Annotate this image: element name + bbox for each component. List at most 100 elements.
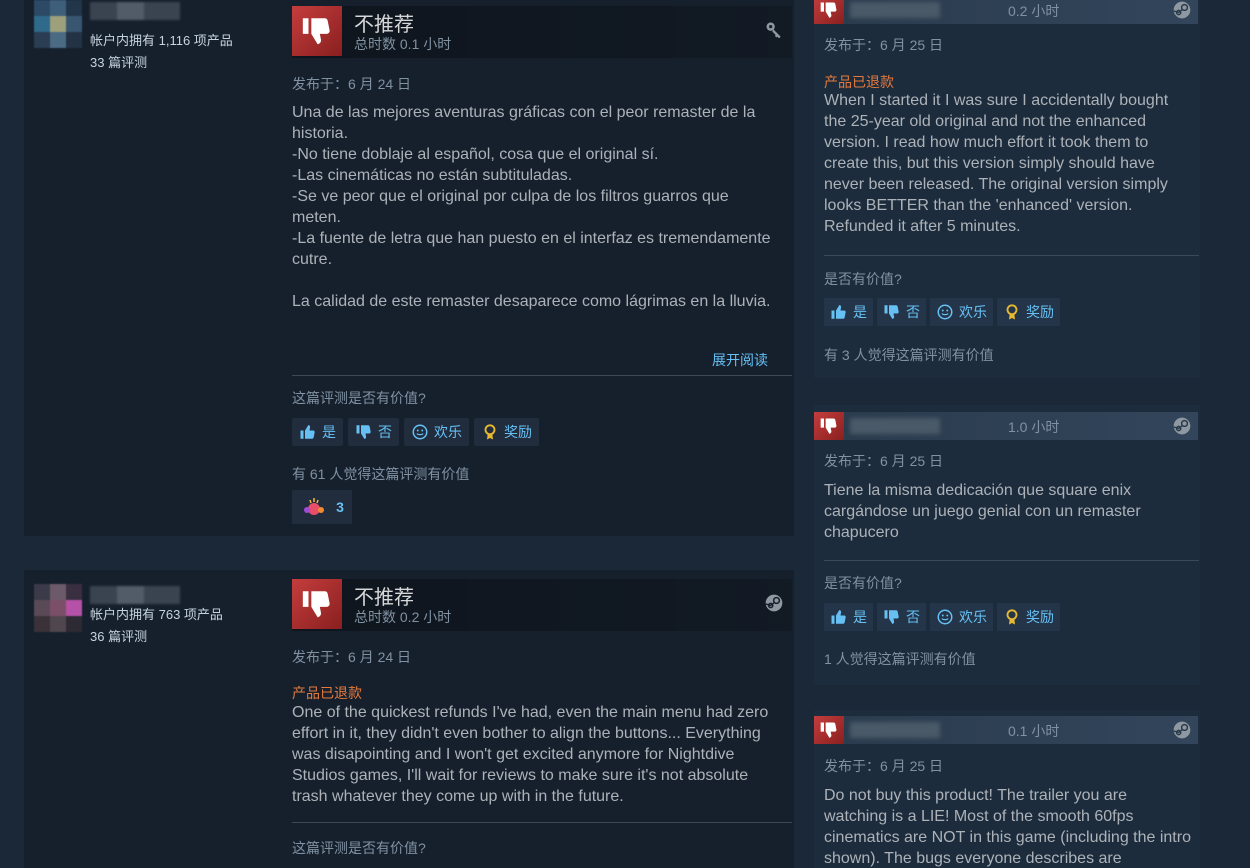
thumbs-up-icon (831, 304, 846, 319)
divider (824, 560, 1199, 561)
side-review-card-2: 1.0 小时 发布于：6 月 25 日 Tiene la misma dedic… (814, 405, 1200, 685)
smiley-icon (412, 424, 428, 440)
divider (292, 375, 792, 376)
products-owned[interactable]: 帐户内拥有 1,116 项产品 (90, 30, 233, 49)
award-button[interactable]: 奖励 (997, 298, 1060, 326)
vote-no-button[interactable]: 否 (877, 298, 926, 326)
vote-no-label: 否 (906, 304, 920, 320)
helpful-count: 有 61 人觉得这篇评测有价值 (292, 466, 470, 482)
side-review-header[interactable]: 0.2 小时 (814, 0, 1198, 24)
hours-played: 0.1 小时 (1008, 723, 1060, 739)
side-review-card-1: 0.2 小时 发布于：6 月 25 日 产品已退款 When I started… (814, 0, 1200, 378)
vote-yes-button[interactable]: 是 (292, 418, 343, 446)
side-review-header[interactable]: 0.1 小时 (814, 716, 1198, 744)
vote-no-label: 否 (378, 424, 392, 440)
vote-yes-label: 是 (853, 304, 867, 320)
avatar[interactable] (34, 584, 82, 632)
author-name-redacted[interactable] (90, 2, 180, 20)
helpful-count: 1 人觉得这篇评测有价值 (824, 651, 976, 667)
thumbs-down-icon (814, 0, 844, 24)
steam-icon (1172, 720, 1192, 740)
thumbs-down-icon (356, 425, 371, 440)
vote-no-label: 否 (906, 609, 920, 625)
vote-no-button[interactable]: 否 (348, 418, 399, 446)
vote-funny-label: 欢乐 (959, 609, 987, 625)
vote-funny-label: 欢乐 (959, 304, 987, 320)
review-body: When I started it I was sure I accidenta… (824, 92, 1169, 235)
divider (824, 255, 1199, 256)
award-button[interactable]: 奖励 (474, 418, 539, 446)
award-medal-icon (484, 424, 496, 440)
steam-icon (1172, 416, 1192, 436)
author-name-redacted[interactable] (850, 722, 940, 738)
hours-played: 1.0 小时 (1008, 419, 1060, 435)
award-medal-icon (1006, 609, 1018, 625)
awards-received-badge[interactable]: 3 (292, 490, 352, 524)
award-label: 奖励 (504, 424, 532, 440)
steam-icon (764, 593, 784, 613)
review-card-2: 帐户内拥有 763 项产品 36 篇评测 不推荐 总时数 0.2 小时 发布于：… (24, 570, 794, 868)
smiley-icon (937, 609, 953, 625)
award-label: 奖励 (1026, 304, 1054, 320)
vote-yes-button[interactable]: 是 (824, 298, 873, 326)
posted-date: 发布于：6 月 25 日 (824, 758, 944, 774)
review-body: One of the quickest refunds I've had, ev… (292, 704, 769, 805)
review-count[interactable]: 36 篇评测 (90, 626, 147, 645)
products-owned[interactable]: 帐户内拥有 763 项产品 (90, 604, 223, 623)
hours-played: 总时数 0.2 小时 (354, 609, 452, 625)
vote-buttons: 是 否 欢乐 奖励 (824, 603, 1060, 631)
award-button[interactable]: 奖励 (997, 603, 1060, 631)
vote-yes-button[interactable]: 是 (824, 603, 873, 631)
vote-no-button[interactable]: 否 (877, 603, 926, 631)
vote-funny-button[interactable]: 欢乐 (930, 603, 993, 631)
review-body: Tiene la misma dedicación que square eni… (824, 482, 1141, 541)
review-count[interactable]: 33 篇评测 (90, 52, 147, 71)
vote-yes-label: 是 (853, 609, 867, 625)
thumbs-down-icon (814, 716, 844, 744)
author-name-redacted[interactable] (90, 586, 180, 604)
award-medal-icon (1006, 304, 1018, 320)
review-card-1: 帐户内拥有 1,116 项产品 33 篇评测 不推荐 总时数 0.1 小时 发布… (24, 0, 794, 536)
smiley-icon (937, 304, 953, 320)
helpful-question: 这篇评测是否有价值? (292, 390, 426, 406)
helpful-question: 这篇评测是否有价值? (292, 840, 426, 856)
review-header[interactable]: 不推荐 总时数 0.2 小时 (292, 579, 792, 631)
thumbs-down-icon (292, 6, 342, 56)
author-name-redacted[interactable] (850, 2, 940, 18)
steam-icon (1172, 0, 1192, 20)
side-review-card-3: 0.1 小时 发布于：6 月 25 日 Do not buy this prod… (814, 710, 1200, 868)
thumbs-down-icon (884, 610, 899, 625)
recommendation-label: 不推荐 (354, 587, 414, 609)
read-more-link[interactable]: 展开阅读 (712, 350, 768, 370)
side-review-header[interactable]: 1.0 小时 (814, 412, 1198, 440)
posted-date: 发布于：6 月 25 日 (824, 453, 944, 469)
award-label: 奖励 (1026, 609, 1054, 625)
thumbs-down-icon (884, 305, 899, 320)
review-body: Una de las mejores aventuras gráficas co… (292, 104, 771, 310)
vote-funny-button[interactable]: 欢乐 (930, 298, 993, 326)
thumbs-up-icon (300, 424, 315, 439)
review-body: Do not buy this product! The trailer you… (824, 787, 1191, 867)
thumbs-down-icon (292, 579, 342, 629)
key-icon (764, 20, 784, 40)
award-burst-icon (304, 498, 325, 515)
author-name-redacted[interactable] (850, 418, 940, 434)
thumbs-down-icon (814, 412, 844, 440)
posted-date: 发布于：6 月 24 日 (292, 76, 412, 92)
text-fade (292, 306, 792, 332)
posted-date: 发布于：6 月 24 日 (292, 649, 412, 665)
vote-funny-label: 欢乐 (434, 424, 462, 440)
helpful-question: 是否有价值? (824, 271, 902, 287)
vote-buttons: 是 否 欢乐 奖励 (292, 418, 539, 446)
hours-played: 0.2 小时 (1008, 3, 1060, 19)
vote-yes-label: 是 (322, 424, 336, 440)
helpful-count: 有 3 人觉得这篇评测有价值 (824, 347, 994, 363)
refunded-label: 产品已退款 (824, 74, 894, 90)
vote-funny-button[interactable]: 欢乐 (404, 418, 469, 446)
hours-played: 总时数 0.1 小时 (354, 36, 452, 52)
avatar[interactable] (34, 0, 82, 48)
award-count: 3 (336, 499, 344, 515)
recommendation-label: 不推荐 (354, 14, 414, 36)
review-header[interactable]: 不推荐 总时数 0.1 小时 (292, 6, 792, 58)
helpful-question: 是否有价值? (824, 575, 902, 591)
